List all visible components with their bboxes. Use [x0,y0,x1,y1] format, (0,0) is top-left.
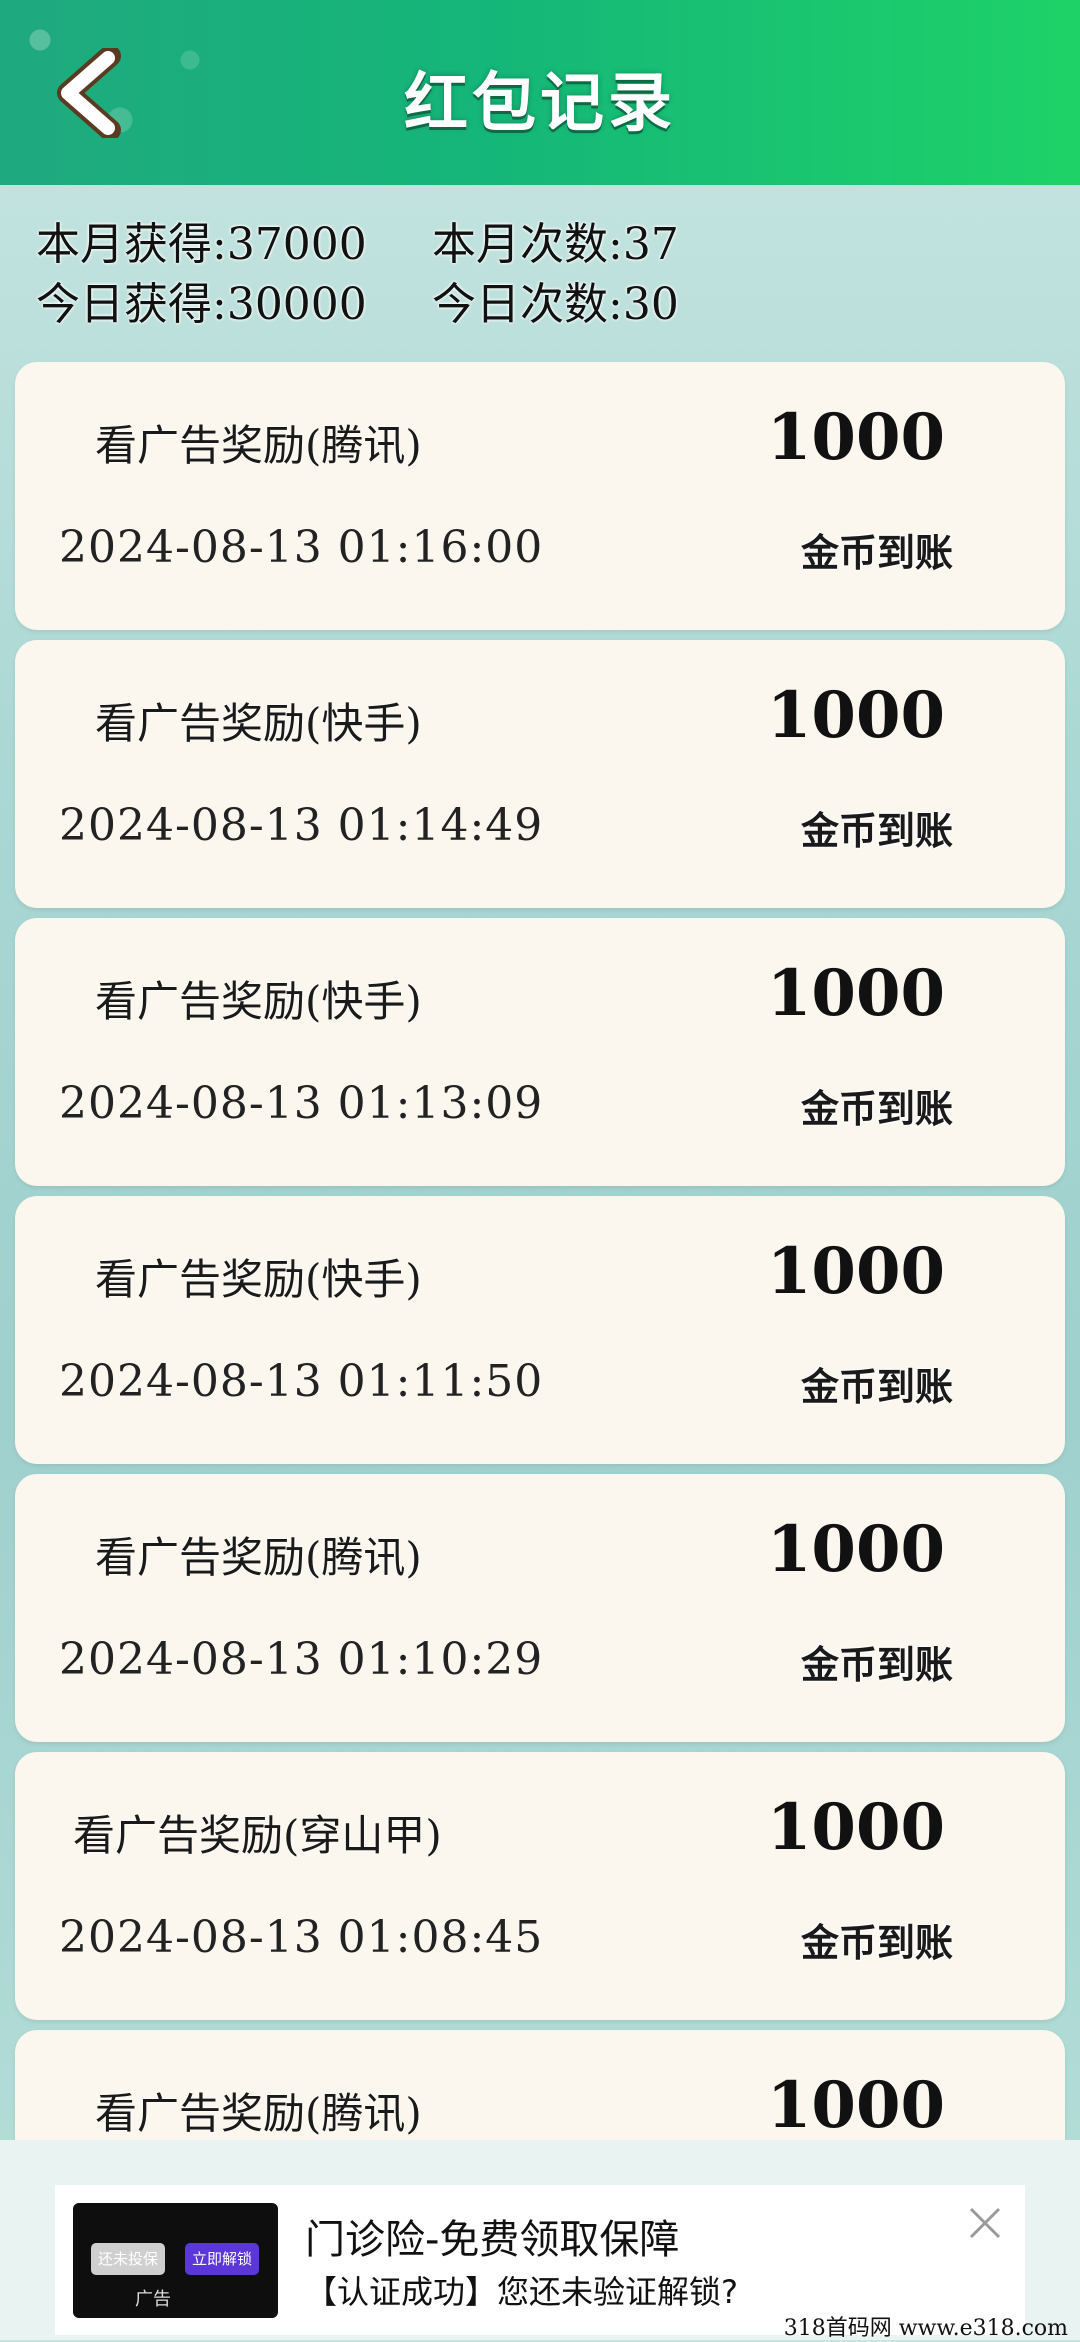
watermark: 318首码网 www.e318.com [783,2316,1068,2341]
month-earned: 本月获得:37000 [36,219,367,270]
record-time: 2024-08-13 01:16:00 [59,522,544,573]
record-amount: 1000 [766,1234,945,1309]
close-icon [969,2207,1001,2239]
ad-title[interactable]: 门诊险-免费领取保障 [305,2207,679,2265]
record-time: 2024-08-13 01:11:50 [59,1356,544,1407]
record-card: 看广告奖励(穿山甲) 1000 2024-08-13 01:08:45 金币到账 [15,1752,1065,2020]
record-status: 金币到账 [800,1643,953,1687]
record-amount: 1000 [766,2068,945,2143]
page-title: 红包记录 [404,67,676,141]
record-amount: 1000 [766,1512,945,1587]
record-time: 2024-08-13 01:08:45 [59,1912,544,1963]
record-status: 金币到账 [800,1365,953,1409]
record-status: 金币到账 [800,809,953,853]
record-time: 2024-08-13 01:10:29 [59,1634,544,1685]
ad-thumb-label-left: 还未投保 [91,2243,165,2275]
ad-thumbnail[interactable]: 还未投保 立即解锁 广告 [73,2203,278,2318]
record-time: 2024-08-13 01:13:09 [59,1078,544,1129]
record-name: 看广告奖励(穿山甲) [73,1811,442,1860]
ad-tag: 广告 [135,2289,171,2310]
record-name: 看广告奖励(腾讯) [95,421,422,470]
record-card: 看广告奖励(快手) 1000 2024-08-13 01:11:50 金币到账 [15,1196,1065,1464]
record-status: 金币到账 [800,1921,953,1965]
record-amount: 1000 [766,400,945,475]
record-name: 看广告奖励(快手) [95,699,422,748]
ad-subtitle[interactable]: 【认证成功】您还未验证解锁? [305,2267,738,2313]
ad-thumb-label-right: 立即解锁 [185,2243,259,2275]
record-time: 2024-08-13 01:14:49 [59,800,544,851]
record-amount: 1000 [766,678,945,753]
record-name: 看广告奖励(腾讯) [95,2089,422,2138]
ad-close-button[interactable] [965,2203,1005,2243]
month-count: 本月次数:37 [432,219,679,270]
record-amount: 1000 [766,1790,945,1865]
record-name: 看广告奖励(腾讯) [95,1533,422,1582]
record-status: 金币到账 [800,1087,953,1131]
record-card: 看广告奖励(腾讯) 1000 2024-08-13 01:10:29 金币到账 [15,1474,1065,1742]
record-card: 看广告奖励(快手) 1000 2024-08-13 01:14:49 金币到账 [15,640,1065,908]
record-card: 看广告奖励(腾讯) 1000 2024-08-13 01:16:00 金币到账 [15,362,1065,630]
header-bar: 红包记录 [0,0,1080,185]
record-amount: 1000 [766,956,945,1031]
record-card: 看广告奖励(快手) 1000 2024-08-13 01:13:09 金币到账 [15,918,1065,1186]
record-name: 看广告奖励(快手) [95,977,422,1026]
record-status: 金币到账 [800,531,953,575]
today-count: 今日次数:30 [432,279,679,330]
today-earned: 今日获得:30000 [36,279,367,330]
record-name: 看广告奖励(快手) [95,1255,422,1304]
